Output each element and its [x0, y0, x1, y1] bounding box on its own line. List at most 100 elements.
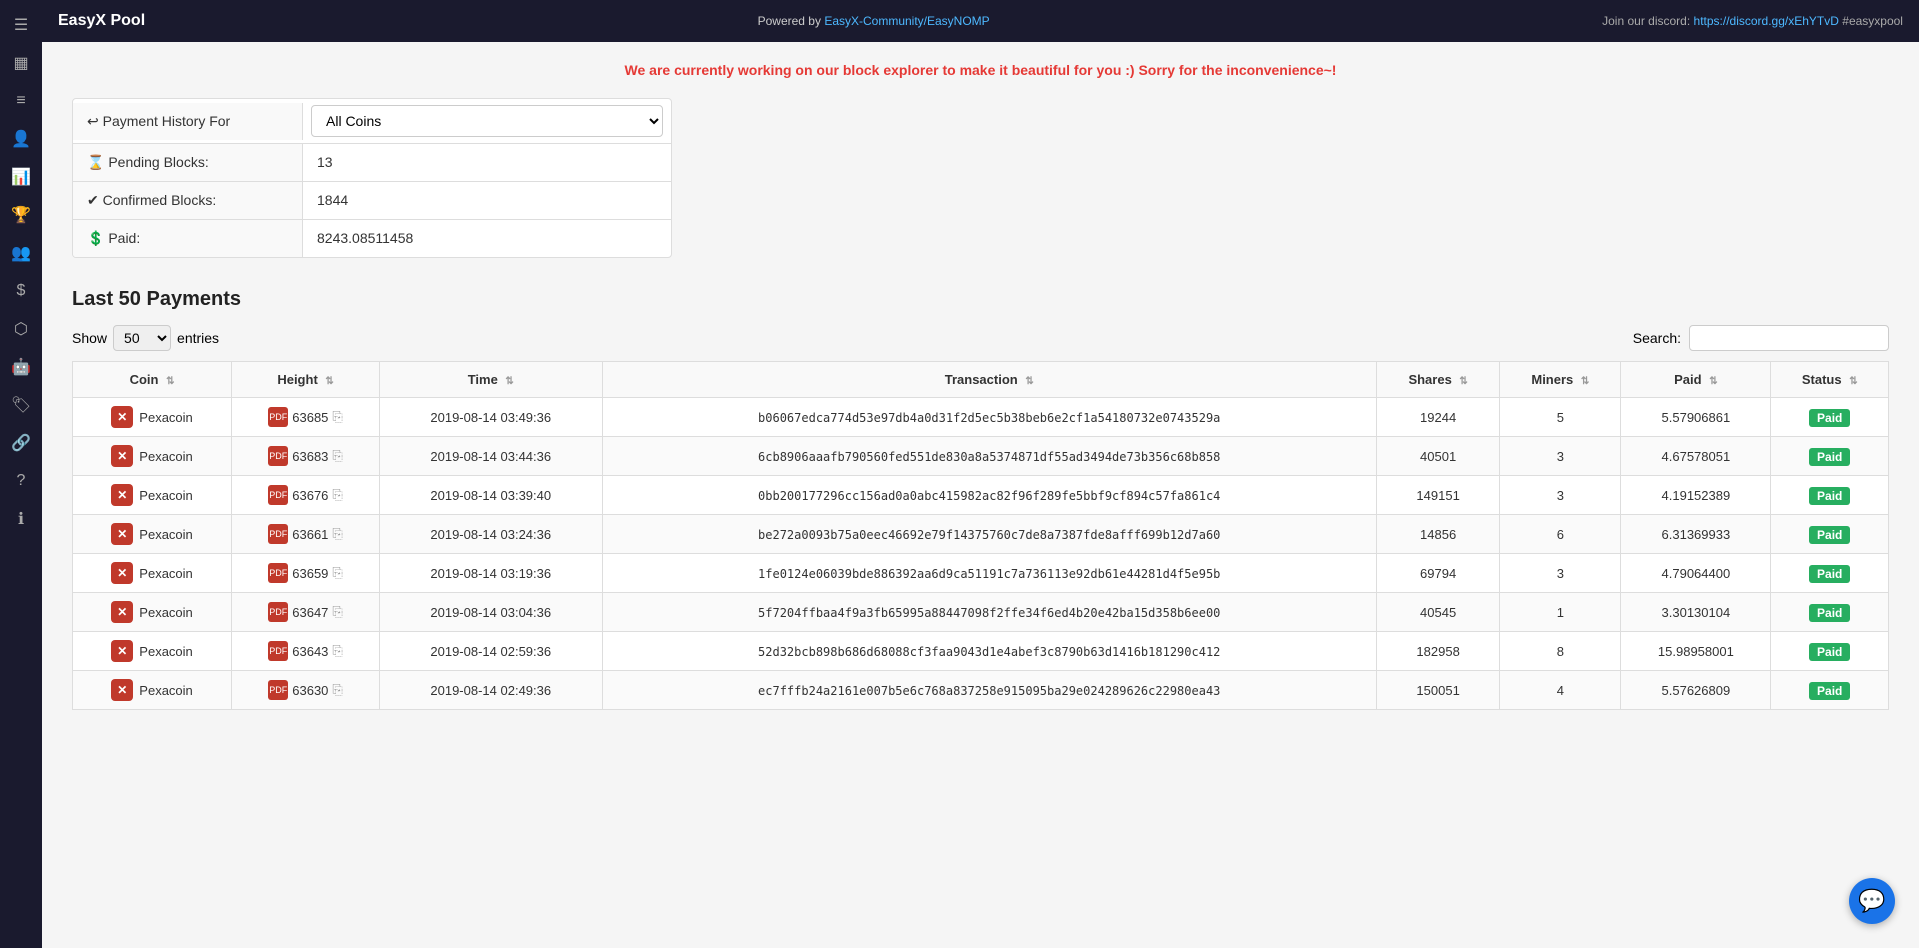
- payment-history-row: ↩ Payment History For All CoinsPexacoin: [73, 99, 671, 144]
- miners-value: 8: [1557, 644, 1564, 659]
- cell-shares: 182958: [1376, 632, 1499, 671]
- dashboard-icon[interactable]: ▦: [6, 48, 36, 78]
- info-icon[interactable]: ℹ: [6, 504, 36, 534]
- sort-shares-icon[interactable]: ⇅: [1459, 376, 1467, 387]
- sort-tx-icon[interactable]: ⇅: [1025, 376, 1033, 387]
- table-row: ✕PexacoinPDF63661⎘2019-08-14 03:24:36be2…: [73, 515, 1889, 554]
- paid-value: 8243.08511458: [303, 220, 671, 257]
- trophy-icon[interactable]: 🏆: [6, 200, 36, 230]
- confirmed-blocks-label: ✔ Confirmed Blocks:: [73, 182, 303, 219]
- cell-transaction: 1fe0124e06039bde886392aa6d9ca51191c7a736…: [602, 554, 1376, 593]
- sort-status-icon[interactable]: ⇅: [1849, 376, 1857, 387]
- copy-height-icon[interactable]: ⎘: [332, 409, 342, 425]
- block-icon: PDF: [268, 446, 288, 466]
- col-paid: Paid ⇅: [1621, 362, 1771, 398]
- sort-paid-icon[interactable]: ⇅: [1709, 376, 1717, 387]
- coin-name: Pexacoin: [139, 449, 192, 464]
- status-badge: Paid: [1809, 643, 1850, 661]
- sort-height-icon[interactable]: ⇅: [325, 376, 333, 387]
- sort-time-icon[interactable]: ⇅: [505, 376, 513, 387]
- cell-transaction: b06067edca774d53e97db4a0d31f2d5ec5b38beb…: [602, 398, 1376, 437]
- copy-height-icon[interactable]: ⎘: [332, 487, 342, 503]
- cell-miners: 3: [1500, 476, 1621, 515]
- powered-by-link[interactable]: EasyX-Community/EasyNOMP: [824, 14, 989, 28]
- coin-icon: ✕: [111, 679, 133, 701]
- summary-table: ↩ Payment History For All CoinsPexacoin …: [72, 98, 672, 258]
- paid-label: 💲 Paid:: [73, 220, 303, 257]
- menu-icon[interactable]: ☰: [6, 10, 36, 40]
- col-shares: Shares ⇅: [1376, 362, 1499, 398]
- group-icon[interactable]: 👥: [6, 238, 36, 268]
- sort-miners-icon[interactable]: ⇅: [1581, 376, 1589, 387]
- sort-coin-icon[interactable]: ⇅: [166, 376, 174, 387]
- status-badge: Paid: [1809, 526, 1850, 544]
- cube-icon[interactable]: ⬡: [6, 314, 36, 344]
- confirmed-blocks-value: 1844: [303, 182, 671, 219]
- col-time: Time ⇅: [380, 362, 602, 398]
- cell-shares: 19244: [1376, 398, 1499, 437]
- cell-height: PDF63643⎘: [232, 632, 380, 671]
- cell-transaction: 6cb8906aaafb790560fed551de830a8a5374871d…: [602, 437, 1376, 476]
- cell-shares: 40501: [1376, 437, 1499, 476]
- pending-blocks-label: ⌛ Pending Blocks:: [73, 144, 303, 181]
- cell-height: PDF63647⎘: [232, 593, 380, 632]
- payment-history-label-text: ↩ Payment History For: [87, 113, 230, 130]
- header-center: Powered by EasyX-Community/EasyNOMP: [758, 14, 990, 28]
- col-status: Status ⇅: [1771, 362, 1889, 398]
- copy-height-icon[interactable]: ⎘: [332, 448, 342, 464]
- tx-hash: be272a0093b75a0eec46692e79f14375760c7de8…: [758, 528, 1220, 542]
- cell-paid: 5.57626809: [1621, 671, 1771, 710]
- shares-value: 19244: [1420, 410, 1456, 425]
- table-row: ✕PexacoinPDF63683⎘2019-08-14 03:44:366cb…: [73, 437, 1889, 476]
- table-row: ✕PexacoinPDF63630⎘2019-08-14 02:49:36ec7…: [73, 671, 1889, 710]
- table-row: ✕PexacoinPDF63647⎘2019-08-14 03:04:365f7…: [73, 593, 1889, 632]
- cell-status: Paid: [1771, 437, 1889, 476]
- list-icon[interactable]: ≡: [6, 86, 36, 116]
- robot-icon[interactable]: 🤖: [6, 352, 36, 382]
- cell-shares: 150051: [1376, 671, 1499, 710]
- cell-status: Paid: [1771, 476, 1889, 515]
- cell-miners: 4: [1500, 671, 1621, 710]
- miners-value: 3: [1557, 449, 1564, 464]
- copy-height-icon[interactable]: ⎘: [332, 682, 342, 698]
- copy-height-icon[interactable]: ⎘: [332, 565, 342, 581]
- paid-amount: 5.57626809: [1662, 683, 1731, 698]
- dollar-icon[interactable]: $: [6, 276, 36, 306]
- copy-height-icon[interactable]: ⎘: [332, 604, 342, 620]
- notice-text: We are currently working on our block ex…: [625, 62, 1337, 78]
- powered-by-text: Powered by: [758, 14, 821, 28]
- tag-icon[interactable]: 🏷: [6, 390, 36, 420]
- status-badge: Paid: [1809, 409, 1850, 427]
- time-value: 2019-08-14 02:49:36: [430, 683, 551, 698]
- sidebar: ☰ ▦ ≡ 👤 📊 🏆 👥 $ ⬡ 🤖 🏷 🔗? ℹ: [0, 0, 42, 948]
- chat-bubble[interactable]: 💬: [1849, 878, 1895, 924]
- cell-transaction: 0bb200177296cc156ad0a0abc415982ac82f96f2…: [602, 476, 1376, 515]
- search-input[interactable]: [1689, 325, 1889, 351]
- link-icon[interactable]: 🔗: [6, 428, 36, 458]
- cell-paid: 5.57906861: [1621, 398, 1771, 437]
- coin-icon: ✕: [111, 562, 133, 584]
- stats-icon[interactable]: 📊: [6, 162, 36, 192]
- copy-height-icon[interactable]: ⎘: [332, 643, 342, 659]
- coin-select[interactable]: All CoinsPexacoin: [311, 105, 663, 137]
- users-icon[interactable]: 👤: [6, 124, 36, 154]
- copy-height-icon[interactable]: ⎘: [332, 526, 342, 542]
- payments-table: Coin ⇅ Height ⇅ Time ⇅ Transaction ⇅ Sha…: [72, 361, 1889, 710]
- cell-transaction: ec7fffb24a2161e007b5e6c768a837258e915095…: [602, 671, 1376, 710]
- question-icon[interactable]: ?: [6, 466, 36, 496]
- tx-hash: 1fe0124e06039bde886392aa6d9ca51191c7a736…: [758, 567, 1220, 581]
- cell-miners: 8: [1500, 632, 1621, 671]
- cell-coin: ✕Pexacoin: [73, 398, 232, 437]
- table-header: Coin ⇅ Height ⇅ Time ⇅ Transaction ⇅ Sha…: [73, 362, 1889, 398]
- coin-icon: ✕: [111, 484, 133, 506]
- height-value: 63647: [292, 605, 328, 620]
- cell-coin: ✕Pexacoin: [73, 476, 232, 515]
- miners-value: 3: [1557, 488, 1564, 503]
- cell-time: 2019-08-14 03:49:36: [380, 398, 602, 437]
- payment-history-label: ↩ Payment History For: [73, 103, 303, 140]
- app-title: EasyX Pool: [58, 12, 145, 30]
- block-icon: PDF: [268, 563, 288, 583]
- discord-link[interactable]: https://discord.gg/xEhYTvD: [1694, 14, 1839, 28]
- show-select[interactable]: 50 10 25 100: [113, 325, 171, 351]
- col-height: Height ⇅: [232, 362, 380, 398]
